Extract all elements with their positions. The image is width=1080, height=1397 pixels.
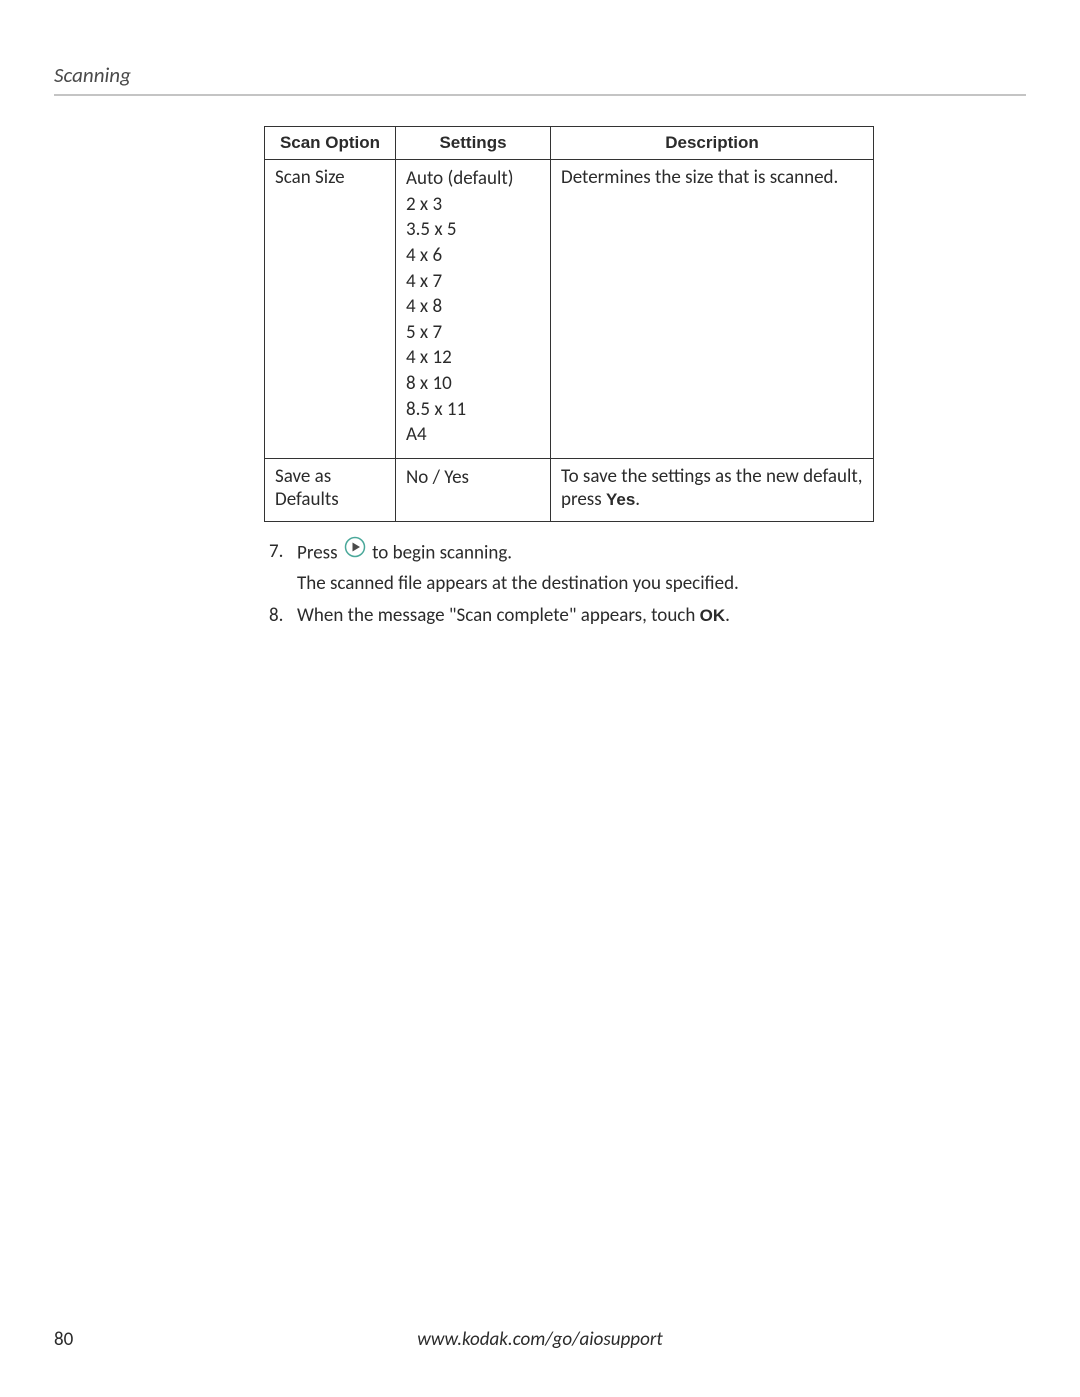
settings-cell: Auto (default) 2 x 3 3.5 x 5 4 x 6 4 x 7… xyxy=(396,160,551,459)
page-number: 80 xyxy=(54,1328,73,1351)
setting-value: 4 x 7 xyxy=(406,269,540,295)
table-row: Scan Size Auto (default) 2 x 3 3.5 x 5 4… xyxy=(265,160,874,459)
option-cell: Save as Defaults xyxy=(265,459,396,522)
column-header-option: Scan Option xyxy=(265,127,396,160)
table-row: Save as Defaults No / Yes To save the se… xyxy=(265,459,874,522)
setting-value: 2 x 3 xyxy=(406,192,540,218)
description-cell: Determines the size that is scanned. xyxy=(551,160,874,459)
step-text: When the message "Scan complete" appears… xyxy=(297,604,700,627)
setting-value: 8.5 x 11 xyxy=(406,397,540,423)
settings-cell: No / Yes xyxy=(396,459,551,522)
setting-value: A4 xyxy=(406,422,540,448)
page-footer: 80 www.kodak.com/go/aiosupport xyxy=(54,1328,1026,1351)
setting-value: 4 x 12 xyxy=(406,345,540,371)
step-number: 7. xyxy=(269,538,283,567)
setting-value: 5 x 7 xyxy=(406,320,540,346)
step-bold: OK xyxy=(700,606,726,625)
step-item: 7. Press to begin scanning. The scanned … xyxy=(269,538,1026,598)
step-text: Press xyxy=(297,541,342,564)
step-number: 8. xyxy=(269,602,283,631)
setting-value: 4 x 6 xyxy=(406,243,540,269)
description-bold: Yes xyxy=(606,490,635,509)
scan-options-table: Scan Option Settings Description Scan Si… xyxy=(264,126,874,522)
setting-value: 3.5 x 5 xyxy=(406,217,540,243)
step-text: . xyxy=(725,604,730,627)
steps-list: 7. Press to begin scanning. The scanned … xyxy=(269,538,1026,631)
setting-value: 8 x 10 xyxy=(406,371,540,397)
document-page: Scanning Scan Option Settings Descriptio… xyxy=(0,0,1080,1397)
section-header: Scanning xyxy=(54,62,1026,96)
setting-value: No / Yes xyxy=(406,465,540,491)
option-cell: Scan Size xyxy=(265,160,396,459)
column-header-settings: Settings xyxy=(396,127,551,160)
step-text: to begin scanning. xyxy=(372,541,512,564)
play-button-icon xyxy=(344,536,366,568)
footer-url: www.kodak.com/go/aiosupport xyxy=(54,1328,1026,1351)
step-text: The scanned file appears at the destinat… xyxy=(297,572,739,595)
setting-value: Auto (default) xyxy=(406,166,540,192)
setting-value: 4 x 8 xyxy=(406,294,540,320)
step-item: 8. When the message "Scan complete" appe… xyxy=(269,602,1026,631)
column-header-description: Description xyxy=(551,127,874,160)
description-cell: To save the settings as the new default,… xyxy=(551,459,874,522)
description-text: . xyxy=(635,488,640,511)
